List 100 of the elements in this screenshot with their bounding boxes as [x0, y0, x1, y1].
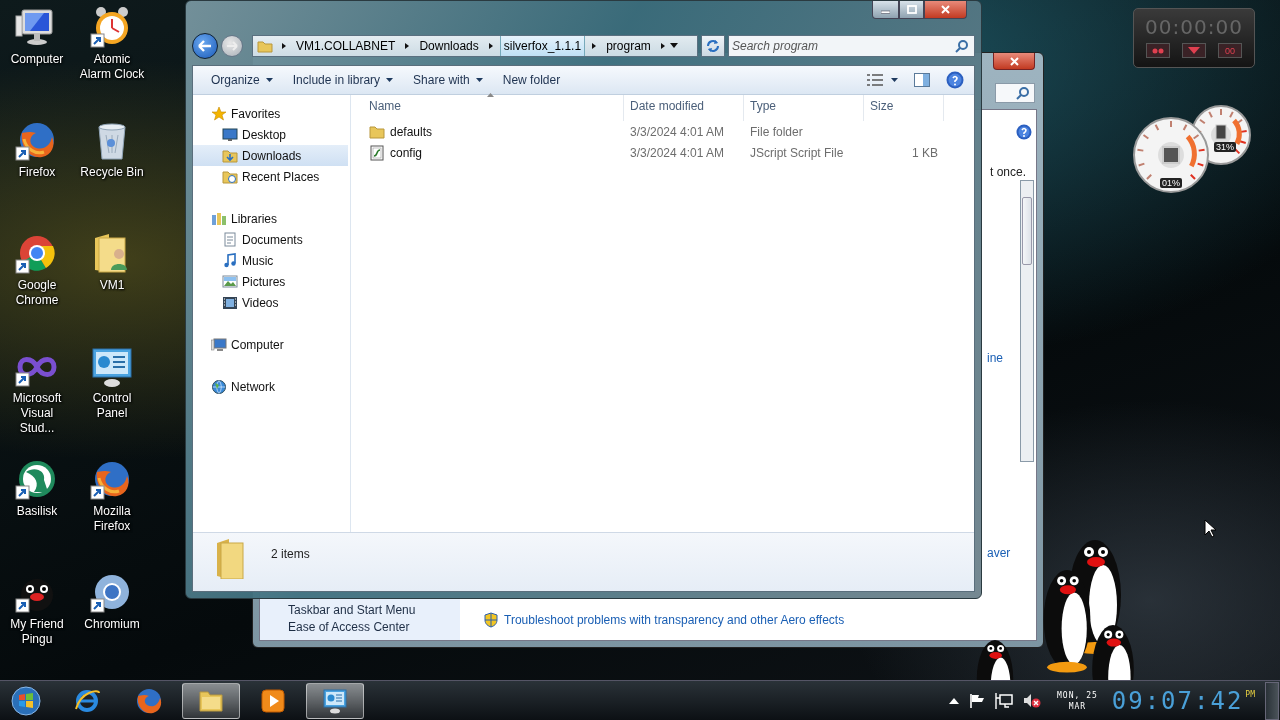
caret-icon [386, 78, 394, 82]
back-button[interactable] [192, 33, 218, 59]
gauge-reading: 01% [1160, 178, 1182, 188]
breadcrumb-segment[interactable]: VM1.COLLABNET [293, 36, 399, 56]
desktop-icon[interactable]: Chromium [75, 571, 149, 632]
minimize-button[interactable] [872, 1, 899, 19]
nav-link[interactable]: Ease of Access Center [288, 620, 460, 634]
caret-icon [475, 78, 483, 82]
down-triangle-icon [1188, 47, 1200, 54]
nav-item[interactable]: Favorites [193, 103, 348, 124]
file-name[interactable]: defaults [351, 123, 624, 140]
refresh-icon [706, 39, 720, 53]
chevron-icon [591, 42, 598, 50]
timer-display: 00:00:00 [1145, 15, 1243, 39]
desktop-icon[interactable]: VM1 [75, 232, 149, 293]
toolbar-button[interactable]: Organize [203, 70, 281, 90]
chevron-icon [659, 42, 666, 50]
type-cell-text: File folder [749, 124, 804, 139]
nav-item[interactable]: Computer [193, 334, 348, 355]
search-field[interactable]: Search program [728, 35, 975, 57]
breadcrumb-segment[interactable]: Downloads [416, 36, 482, 56]
date-cell-text: 3/3/2024 4:01 AM [629, 124, 726, 139]
desktop-icon[interactable]: My Friend Pingu [0, 571, 74, 647]
firefox-icon [135, 686, 163, 715]
clock-period: PM [1245, 689, 1255, 699]
network-icon [995, 692, 1014, 709]
taskbar-button[interactable] [182, 682, 240, 719]
nav-link[interactable]: Taskbar and Start Menu [288, 603, 460, 617]
nav-item[interactable]: Pictures [193, 271, 348, 292]
column-header[interactable]: Size [864, 95, 944, 121]
desktop-icon[interactable]: Computer [0, 6, 74, 67]
windows-logo-icon [11, 685, 41, 716]
control-panel-icon [321, 686, 349, 715]
desktop-icon[interactable]: Mozilla Firefox [75, 458, 149, 534]
toolbar-button[interactable]: Include in library [284, 70, 402, 90]
media-player-icon [259, 686, 287, 715]
address-bar[interactable]: VM1.COLLABNET Downloads silverfox_1.1.1 program [252, 35, 698, 57]
desktop-icon[interactable]: Control Panel [75, 345, 149, 421]
maximize-button[interactable] [899, 1, 924, 19]
mouse-pointer-icon [1204, 519, 1216, 538]
folder-icon [222, 168, 238, 185]
column-header[interactable]: Date modified [624, 95, 744, 121]
link[interactable]: aver [987, 546, 1011, 560]
clock-time: 09:07:42 [1111, 686, 1244, 715]
nav-item[interactable]: Videos [193, 292, 348, 313]
file-name[interactable]: config [351, 144, 624, 161]
column-header[interactable]: Type [744, 95, 864, 121]
nav-item[interactable]: Desktop [193, 124, 348, 145]
document-icon [222, 231, 238, 248]
preview-pane-icon [914, 73, 930, 87]
desktop-icon [222, 126, 238, 143]
nav-item[interactable]: Downloads [193, 145, 348, 166]
close-button[interactable] [993, 53, 1035, 70]
maximize-icon [906, 5, 917, 14]
scrollbar[interactable] [1020, 180, 1034, 462]
timer-button[interactable] [1182, 43, 1206, 58]
desktop-icon[interactable]: Firefox [0, 119, 74, 180]
desktop-icon[interactable]: Basilisk [0, 458, 74, 519]
date-text: MAR [1068, 700, 1087, 712]
close-button[interactable] [924, 1, 967, 19]
forward-arrow-icon [226, 41, 238, 51]
date-cell-text: 3/3/2024 4:01 AM [629, 145, 726, 160]
toolbar-button[interactable]: New folder [494, 70, 569, 90]
forward-button[interactable] [221, 35, 243, 57]
chevron-icon [404, 42, 411, 50]
timer-button[interactable]: 00 [1218, 43, 1242, 58]
nav-item[interactable]: Recent Places [193, 166, 348, 187]
breadcrumb-segment[interactable]: silverfox_1.1.1 [499, 36, 586, 56]
library-icon [211, 210, 227, 227]
taskbar-button[interactable] [306, 682, 364, 719]
gauge-reading: 31% [1214, 142, 1236, 152]
search-field[interactable] [995, 83, 1035, 103]
caret-icon [265, 78, 273, 82]
desktop-icon[interactable]: Recycle Bin [75, 119, 149, 180]
globe-icon [211, 378, 227, 395]
link[interactable]: Troubleshoot problems with transparency and other Aero effects [504, 613, 845, 627]
chevron-icon [487, 42, 494, 50]
timer-button[interactable] [1146, 43, 1170, 58]
music-note-icon [222, 252, 238, 269]
type-cell-text: JScript Script File [749, 145, 845, 160]
nav-item[interactable]: Documents [193, 229, 348, 250]
refresh-button[interactable] [701, 35, 725, 57]
column-header[interactable]: Name [351, 95, 624, 121]
nav-item[interactable]: Libraries [193, 208, 348, 229]
search-icon [1016, 86, 1030, 100]
script-file-icon [369, 144, 385, 161]
folder-icon [369, 123, 385, 140]
chevron-icon [281, 42, 287, 50]
desktop-icon[interactable]: Microsoft Visual Stud... [0, 345, 74, 436]
shield-icon [484, 612, 498, 628]
nav-item[interactable]: Music [193, 250, 348, 271]
scroll-thumb[interactable] [1022, 197, 1032, 265]
nav-item[interactable]: Network [193, 376, 348, 397]
desktop-icon[interactable]: Atomic Alarm Clock [75, 6, 149, 82]
speaker-muted-icon [1023, 692, 1042, 709]
toolbar-button[interactable]: Share with [405, 70, 491, 90]
flag-icon [969, 693, 986, 708]
link[interactable]: ine [987, 351, 1003, 365]
breadcrumb-segment[interactable]: program [603, 36, 654, 56]
desktop-icon[interactable]: Google Chrome [0, 232, 74, 308]
